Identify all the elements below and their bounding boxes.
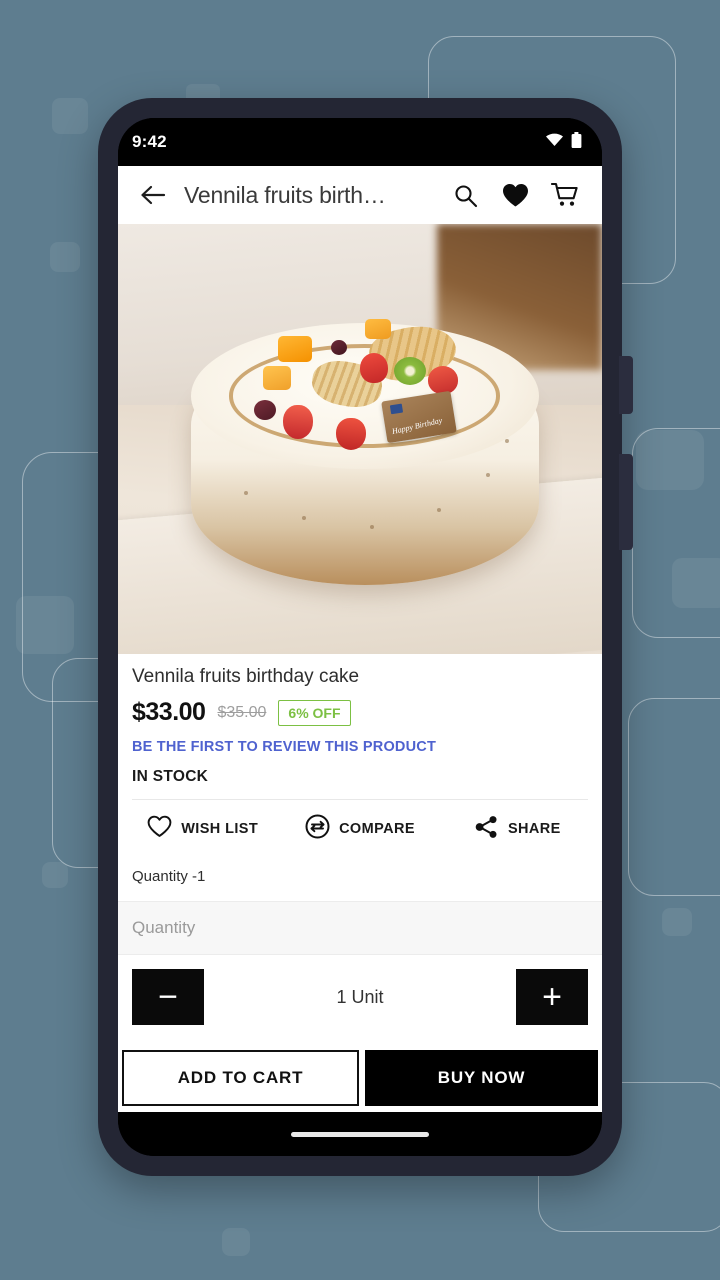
compare-arrows-icon — [305, 814, 330, 844]
buy-now-button[interactable]: BUY NOW — [365, 1050, 598, 1106]
gesture-navigation-bar — [118, 1112, 602, 1156]
plaque-text: Happy Birthday — [391, 415, 444, 437]
deco-filled-square — [42, 862, 68, 888]
plaque-logo-icon — [390, 403, 404, 415]
shopping-cart-icon[interactable] — [542, 182, 588, 208]
quantity-note: Quantity -1 — [132, 868, 206, 885]
quantity-stepper: − 1 Unit + — [118, 955, 602, 1039]
quantity-decrement-button[interactable]: − — [132, 969, 204, 1025]
cake-decor-dot — [369, 525, 374, 529]
deco-filled-square — [16, 596, 74, 654]
plus-icon: + — [542, 978, 562, 1016]
deco-filled-square — [662, 908, 692, 936]
compare-button[interactable]: COMPARE — [281, 814, 438, 844]
product-info-section: Vennila fruits birthday cake $33.00 $35.… — [118, 654, 602, 800]
heart-outline-icon — [147, 815, 172, 843]
home-indicator[interactable] — [291, 1131, 429, 1137]
phone-device-frame: 9:42 Vennila fruits birth… Happy Birthda… — [98, 98, 633, 1176]
fruit-grape — [330, 340, 347, 356]
fruit-strawberry — [360, 353, 388, 383]
price-row: $33.00 $35.00 6% OFF — [132, 698, 588, 727]
stock-status: IN STOCK — [132, 768, 209, 785]
page-title: Vennila fruits birth… — [184, 181, 386, 208]
bottom-action-bar: ADD TO CART BUY NOW — [118, 1044, 602, 1112]
discount-badge: 6% OFF — [278, 699, 351, 726]
deco-filled-square — [672, 558, 720, 608]
fruit-strawberry — [282, 404, 313, 439]
power-button[interactable] — [619, 454, 633, 550]
fruit-mango-cube — [263, 365, 292, 390]
volume-rocker-button[interactable] — [619, 356, 633, 414]
arrow-left-icon[interactable] — [134, 184, 172, 206]
deco-filled-square — [50, 242, 80, 272]
cake-decor-dot — [243, 490, 248, 495]
search-icon[interactable] — [442, 183, 488, 208]
app-bar: Vennila fruits birth… — [118, 166, 602, 224]
status-bar: 9:42 — [118, 118, 602, 166]
product-name: Vennila fruits birthday cake — [132, 666, 360, 687]
product-actions-row: WISH LIST COMPARE SHARE — [118, 800, 602, 858]
deco-filled-square — [52, 98, 88, 134]
share-label: SHARE — [507, 821, 561, 837]
fruit-strawberry — [427, 365, 458, 394]
status-bar-clock: 9:42 — [132, 132, 167, 151]
fruit-kiwi-slice — [393, 357, 426, 386]
product-image[interactable]: Happy Birthday — [118, 224, 602, 654]
status-bar-icons — [545, 131, 582, 153]
share-button[interactable]: SHARE — [439, 814, 596, 844]
minus-icon: − — [158, 978, 178, 1016]
fruit-mango-cube — [364, 318, 391, 339]
quantity-section-label: Quantity — [118, 901, 602, 955]
deco-filled-square — [222, 1228, 250, 1256]
product-price: $33.00 — [132, 698, 206, 726]
write-review-link[interactable]: BE THE FIRST TO REVIEW THIS PRODUCT — [132, 739, 588, 755]
battery-icon — [571, 131, 582, 153]
wishlist-heart-icon[interactable] — [492, 183, 538, 208]
wish-list-label: WISH LIST — [181, 821, 259, 837]
compare-label: COMPARE — [339, 821, 415, 837]
product-old-price: $35.00 — [217, 703, 267, 721]
product-detail-content[interactable]: Happy Birthday Vennila fruits birthday c… — [118, 224, 602, 1044]
fruit-strawberry — [335, 417, 366, 450]
wifi-icon — [545, 133, 564, 152]
add-to-cart-button[interactable]: ADD TO CART — [122, 1050, 359, 1106]
share-icon — [474, 815, 499, 844]
quantity-value: 1 Unit — [336, 986, 384, 1007]
wish-list-button[interactable]: WISH LIST — [124, 814, 281, 844]
deco-outline-rect — [628, 698, 720, 896]
quantity-increment-button[interactable]: + — [516, 969, 588, 1025]
fruit-mango-cube — [277, 335, 312, 362]
phone-screen: 9:42 Vennila fruits birth… Happy Birthda… — [118, 118, 602, 1156]
deco-filled-square — [636, 430, 704, 490]
fruit-grape — [253, 400, 276, 421]
